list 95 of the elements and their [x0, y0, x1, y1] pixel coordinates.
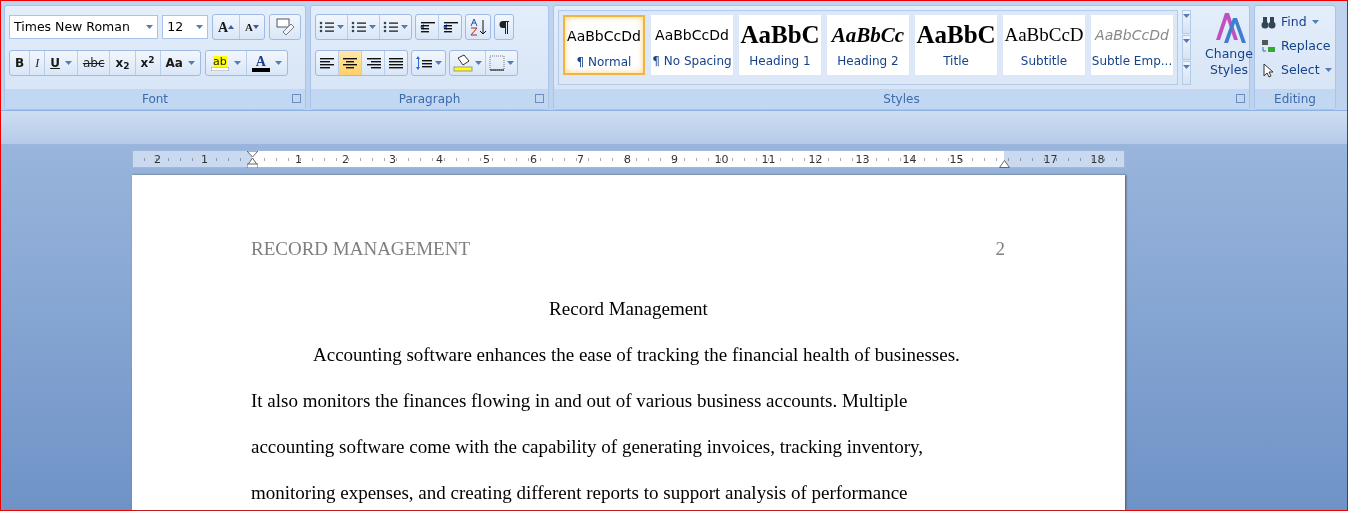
dropdown-arrow-icon	[187, 61, 195, 65]
style-item[interactable]: AaBbCc Heading 2	[827, 15, 909, 75]
dropdown-arrow-icon	[1324, 68, 1332, 72]
highlight-button[interactable]: ab	[205, 51, 247, 75]
ruler-number: 1	[200, 153, 209, 166]
ruler-number: 10	[713, 153, 730, 166]
ruler-number: 2	[341, 153, 350, 166]
ruler-number: 18	[1089, 153, 1106, 166]
align-icon	[342, 56, 358, 70]
line-spacing-icon	[415, 55, 433, 71]
font-color-button[interactable]: A	[246, 51, 287, 75]
eraser-icon	[275, 18, 295, 36]
style-item[interactable]: AaBbC Heading 1	[739, 15, 821, 75]
page-number: 2	[995, 237, 1005, 259]
ruler-number: 3	[388, 153, 397, 166]
dropdown-arrow-icon	[1183, 64, 1190, 69]
style-item[interactable]: AaBbCcDd ¶ No Spacing	[651, 15, 733, 75]
group-label: Styles	[883, 92, 920, 106]
editing-button[interactable]: Find	[1257, 10, 1323, 34]
editing-button[interactable]: Select	[1257, 58, 1336, 82]
ruler-number: 13	[854, 153, 871, 166]
style-item[interactable]: AaBbC Title	[915, 15, 997, 75]
group-label: Editing	[1274, 92, 1316, 106]
shading-button[interactable]	[450, 51, 486, 75]
bullet-list-icon	[319, 20, 335, 34]
dropdown-arrow-icon	[1183, 14, 1190, 19]
style-item[interactable]: AaBbCcD Subtitle	[1003, 15, 1085, 75]
document-title: Record Management	[548, 297, 709, 319]
ruler-number: 17	[1042, 153, 1059, 166]
pointer-icon	[1261, 62, 1276, 78]
running-header: RECORD MANAGEMENT	[251, 237, 471, 259]
gallery-up-button[interactable]	[1182, 10, 1191, 35]
dropdown-arrow-icon	[64, 61, 72, 65]
dropdown-arrow-icon	[337, 25, 344, 29]
dropdown-arrow-icon	[274, 61, 282, 65]
dropdown-arrow-icon	[195, 25, 203, 29]
dropdown-arrow-icon	[369, 25, 376, 29]
gallery-more-button[interactable]	[1182, 60, 1191, 85]
format-button[interactable]: Aa	[160, 51, 200, 75]
format-button[interactable]: abc	[77, 51, 111, 75]
text-line: It also monitors the finances flowing in and out of various business accounts. Multiple	[250, 389, 909, 411]
color-bar-icon	[210, 66, 229, 71]
paint-bucket-icon	[453, 54, 473, 72]
pilcrow-icon	[498, 20, 510, 34]
ruler-number: 11	[760, 153, 777, 166]
dropdown-arrow-icon	[233, 61, 241, 65]
ruler-number: 12	[807, 153, 824, 166]
style-item[interactable]: AaBbCcDd ¶ Normal	[563, 15, 645, 75]
group-label: Paragraph	[398, 92, 461, 106]
style-item[interactable]: AaBbCcDd Subtle Emp...	[1091, 15, 1173, 75]
text-line: accounting software come with the capability of generating invoices, tracking inventory,	[250, 435, 924, 457]
gallery-down-button[interactable]	[1182, 35, 1191, 60]
ruler-number: 2	[153, 153, 162, 166]
group-label: Font	[141, 92, 169, 106]
format-button[interactable]: B	[10, 51, 31, 75]
format-button[interactable]: U	[45, 51, 78, 75]
ruler-number: 9	[670, 153, 679, 166]
dropdown-arrow-icon	[401, 25, 408, 29]
dropdown-arrow-icon	[1183, 39, 1190, 44]
grow-font-button[interactable]: A	[212, 15, 241, 39]
format-button[interactable]: I	[30, 51, 46, 75]
ruler-number: 6	[529, 153, 538, 166]
color-bar-icon	[251, 67, 270, 72]
dropdown-arrow-icon	[435, 61, 442, 65]
format-button[interactable]: x$^{2}$	[135, 51, 161, 75]
align-icon	[365, 56, 381, 70]
replace-icon	[1261, 38, 1276, 54]
align-icon	[319, 56, 335, 70]
indent-icon	[419, 20, 435, 34]
indent-icon	[442, 20, 458, 34]
text-line: monitoring expenses, and creating different reports to support analysis of performance	[250, 481, 909, 503]
ruler-number: 1	[294, 153, 303, 166]
binoculars-icon	[1261, 14, 1276, 30]
dropdown-arrow-icon	[1311, 20, 1319, 24]
ruler-number: 8	[623, 153, 632, 166]
borders-icon	[489, 55, 505, 71]
ruler-number: 15	[948, 153, 965, 166]
ruler-number: 14	[901, 153, 918, 166]
ruler-number: 4	[435, 153, 444, 166]
font-name-field[interactable]: Times New Roman	[9, 15, 159, 39]
dropdown-arrow-icon	[146, 25, 154, 29]
font-size-field[interactable]: 12	[162, 15, 208, 39]
ruler-number: 7	[576, 153, 585, 166]
editing-button[interactable]: Replace	[1257, 34, 1335, 58]
sort-icon	[469, 18, 487, 36]
align-icon	[388, 56, 404, 70]
text-line: Accounting software enhances the ease of tracking the financial health of businesses.	[312, 343, 961, 365]
dropdown-arrow-icon	[507, 61, 514, 65]
caret-icon	[253, 25, 259, 29]
ruler-number: 5	[482, 153, 491, 166]
shrink-font-button[interactable]: A	[240, 15, 264, 39]
dropdown-arrow-icon	[475, 61, 482, 65]
align-button[interactable]	[339, 51, 362, 75]
caret-icon	[228, 25, 235, 29]
format-button[interactable]: x$_{2}$	[110, 51, 136, 75]
